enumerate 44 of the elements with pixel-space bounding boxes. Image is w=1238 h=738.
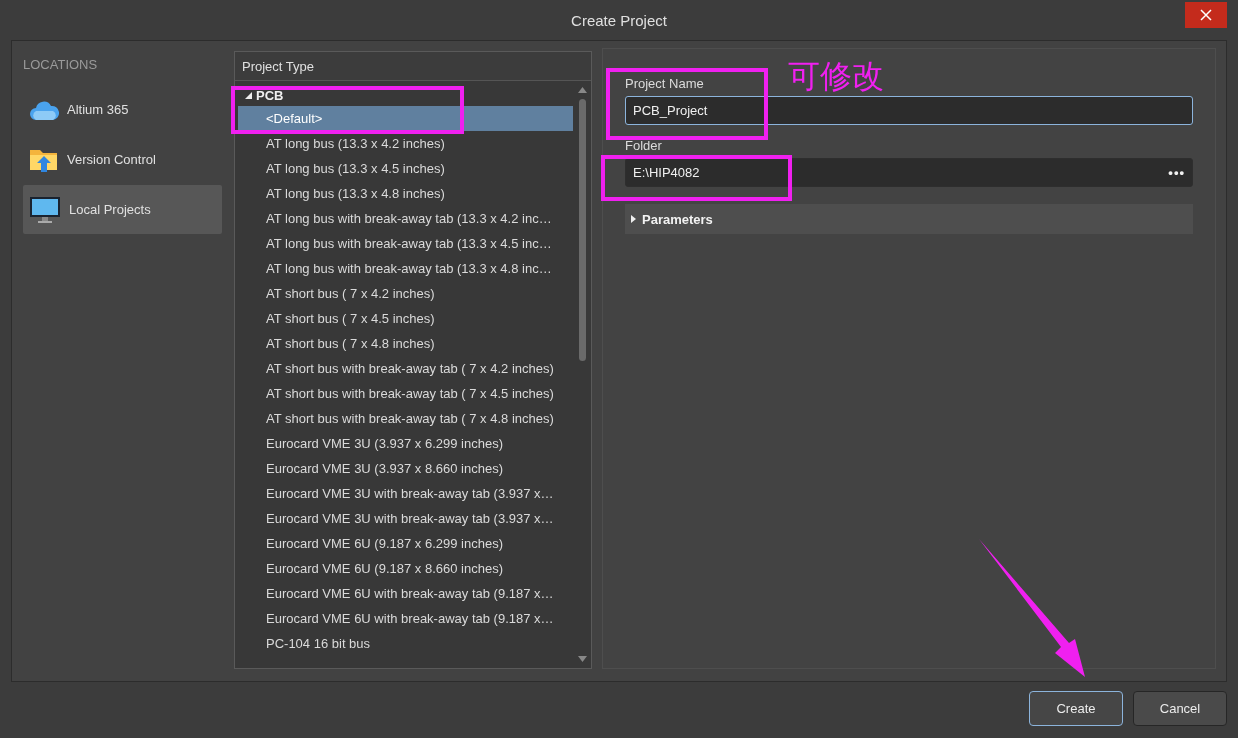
folder-field[interactable]: E:\HIP4082 ••• xyxy=(625,158,1193,187)
tree-item[interactable]: Eurocard VME 6U with break-away tab (9.187 x… xyxy=(238,606,573,631)
scroll-down-icon[interactable] xyxy=(578,656,587,662)
window-title: Create Project xyxy=(571,11,667,29)
parameters-section[interactable]: Parameters xyxy=(625,204,1193,234)
tree-item[interactable]: Eurocard VME 3U (3.937 x 6.299 inches) xyxy=(238,431,573,456)
create-button[interactable]: Create xyxy=(1029,691,1123,726)
tree-item[interactable]: AT short bus ( 7 x 4.2 inches) xyxy=(238,281,573,306)
close-button[interactable] xyxy=(1185,2,1227,28)
expand-triangle-icon[interactable] xyxy=(245,91,252,99)
scroll-thumb[interactable] xyxy=(579,99,586,361)
tree-item[interactable]: AT short bus ( 7 x 4.5 inches) xyxy=(238,306,573,331)
tree-item[interactable]: AT long bus with break-away tab (13.3 x 4.5 inc… xyxy=(238,231,573,256)
section-heading: LOCATIONS xyxy=(23,56,99,74)
tree-item[interactable]: Eurocard VME 3U (3.937 x 8.660 inches) xyxy=(238,456,573,481)
tree-item[interactable]: AT short bus with break-away tab ( 7 x 4.2 inches) xyxy=(238,356,573,381)
close-icon xyxy=(1200,9,1212,21)
tree-item[interactable]: Eurocard VME 6U with break-away tab (9.187 x… xyxy=(238,581,573,606)
tree-item[interactable]: Eurocard VME 3U with break-away tab (3.937 x… xyxy=(238,506,573,531)
field-label: Project Name xyxy=(625,76,704,91)
tree-item[interactable]: PC-104 16 bit bus xyxy=(238,631,573,656)
location-item[interactable]: Version Control xyxy=(23,135,222,184)
annotation-text: 可修改 xyxy=(788,60,884,92)
monitor-icon xyxy=(29,195,61,224)
location-item[interactable]: Altium 365 xyxy=(23,85,222,134)
tree-item[interactable]: AT short bus ( 7 x 4.8 inches) xyxy=(238,331,573,356)
tree-group[interactable]: PCB xyxy=(256,87,284,103)
tree-item[interactable]: Eurocard VME 6U (9.187 x 6.299 inches) xyxy=(238,531,573,556)
cancel-button[interactable]: Cancel xyxy=(1133,691,1227,726)
tree-item[interactable]: AT short bus with break-away tab ( 7 x 4.8 inches) xyxy=(238,406,573,431)
tree-item[interactable]: AT long bus (13.3 x 4.5 inches) xyxy=(238,156,573,181)
column-header: Project Type xyxy=(235,52,591,81)
tree-item[interactable]: Eurocard VME 6U (9.187 x 8.660 inches) xyxy=(238,556,573,581)
tree-item[interactable]: <Default> xyxy=(238,106,573,131)
scroll-up-icon[interactable] xyxy=(578,87,587,93)
tree-item[interactable]: AT long bus with break-away tab (13.3 x 4.2 inc… xyxy=(238,206,573,231)
location-item[interactable]: Local Projects xyxy=(23,185,222,234)
tree-item[interactable]: AT long bus (13.3 x 4.8 inches) xyxy=(238,181,573,206)
tree-item[interactable]: AT long bus with break-away tab (13.3 x 4.8 inc… xyxy=(238,256,573,281)
tree-item[interactable]: AT long bus (13.3 x 4.2 inches) xyxy=(238,131,573,156)
tree-item[interactable]: AT short bus with break-away tab ( 7 x 4.5 inches) xyxy=(238,381,573,406)
field-label: Folder xyxy=(625,138,662,153)
project-name-field[interactable]: PCB_Project xyxy=(625,96,1193,125)
tree-item[interactable]: Eurocard VME 3U with break-away tab (3.937 x… xyxy=(238,481,573,506)
